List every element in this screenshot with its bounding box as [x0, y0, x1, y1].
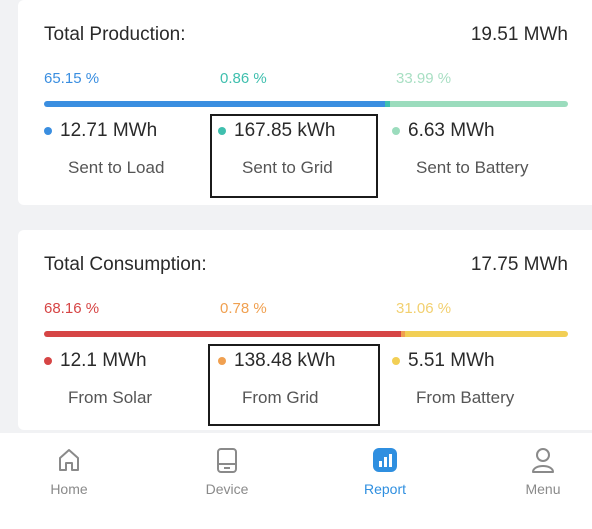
- production-total: 19.51 MWh: [470, 24, 568, 45]
- production-stat-battery: 6.63 MWh Sent to Battery: [392, 118, 562, 178]
- consumption-bar-battery: [405, 331, 568, 337]
- legend-dot: [392, 357, 400, 365]
- highlight-box: [208, 344, 380, 426]
- legend-dot: [392, 127, 400, 135]
- consumption-label-solar: From Solar: [68, 388, 153, 407]
- production-value-battery: 6.63 MWh: [408, 120, 495, 141]
- consumption-bar: [44, 331, 568, 337]
- consumption-stat-battery: 5.51 MWh From Battery: [392, 348, 562, 408]
- device-icon: [217, 448, 237, 473]
- consumption-card: Total Consumption: 17.75 MWh 68.16 % 0.7…: [18, 230, 592, 430]
- consumption-percent-battery: 31.06 %: [396, 300, 452, 317]
- nav-report-label: Report: [363, 481, 407, 497]
- production-percent-battery: 33.99 %: [396, 70, 452, 87]
- nav-report[interactable]: Report: [340, 445, 430, 497]
- production-stat-load: 12.71 MWh Sent to Load: [44, 118, 214, 178]
- nav-home-label: Home: [50, 481, 88, 497]
- production-card: Total Production: 19.51 MWh 65.15 % 0.86…: [18, 0, 592, 205]
- user-icon: [532, 448, 554, 473]
- nav-menu[interactable]: Menu: [498, 445, 588, 497]
- production-percent-load: 65.15 %: [44, 70, 100, 87]
- legend-dot: [44, 127, 52, 135]
- production-percent-grid: 0.86 %: [220, 70, 267, 87]
- nav-home[interactable]: Home: [24, 445, 114, 497]
- production-label-battery: Sent to Battery: [416, 158, 529, 177]
- report-icon: [373, 448, 397, 472]
- consumption-percent-grid: 0.78 %: [220, 300, 267, 317]
- production-value-load: 12.71 MWh: [60, 120, 158, 141]
- highlight-box: [210, 114, 378, 198]
- production-bar: [44, 101, 568, 107]
- bottom-nav: Home Device Report Menu: [0, 433, 592, 529]
- consumption-value-battery: 5.51 MWh: [408, 350, 495, 371]
- consumption-stat-solar: 12.1 MWh From Solar: [44, 348, 214, 408]
- home-icon: [59, 449, 79, 471]
- production-bar-battery: [389, 101, 568, 107]
- consumption-bar-solar: [44, 331, 402, 337]
- consumption-label-battery: From Battery: [416, 388, 515, 407]
- nav-menu-label: Menu: [525, 481, 561, 497]
- legend-dot: [44, 357, 52, 365]
- consumption-title: Total Consumption:: [44, 254, 207, 275]
- consumption-value-solar: 12.1 MWh: [60, 350, 147, 371]
- production-label-load: Sent to Load: [68, 158, 165, 177]
- nav-device-label: Device: [205, 481, 249, 497]
- consumption-percent-solar: 68.16 %: [44, 300, 100, 317]
- production-title: Total Production:: [44, 24, 186, 45]
- nav-device[interactable]: Device: [182, 445, 272, 497]
- consumption-total: 17.75 MWh: [470, 254, 568, 275]
- production-bar-load: [44, 101, 386, 107]
